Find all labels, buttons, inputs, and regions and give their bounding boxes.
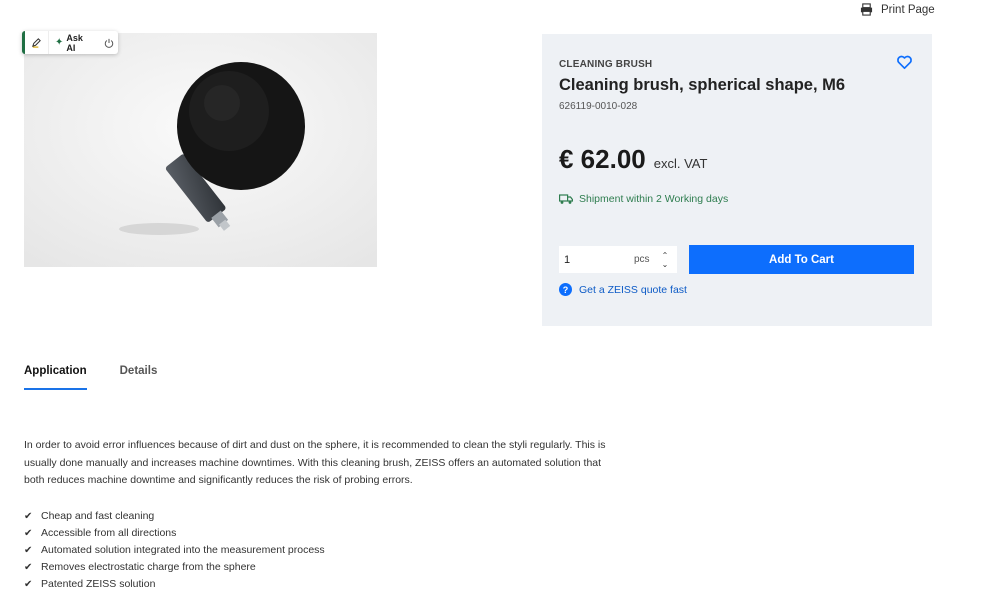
list-item: ✔ Removes electrostatic charge from the s… xyxy=(24,559,325,576)
product-title: Cleaning brush, spherical shape, M6 xyxy=(559,76,846,94)
vat-note: excl. VAT xyxy=(653,156,708,171)
feature-text: Removes electrostatic charge from the sp… xyxy=(41,561,256,573)
price-row: € 62.00 excl. VAT xyxy=(559,144,707,175)
tab-bar: Application Details xyxy=(24,365,157,390)
quantity-arrows[interactable]: ⌃ ⌄ xyxy=(658,246,672,273)
tab-details[interactable]: Details xyxy=(120,365,158,390)
check-icon: ✔ xyxy=(24,545,33,556)
feature-text: Accessible from all directions xyxy=(41,527,177,539)
list-item: ✔ Patented ZEISS solution xyxy=(24,576,325,593)
product-image xyxy=(24,33,377,267)
printer-icon xyxy=(860,3,873,16)
heart-icon[interactable] xyxy=(896,54,913,71)
help-icon: ? xyxy=(559,283,572,296)
list-item: ✔ Accessible from all directions xyxy=(24,525,325,542)
list-item: ✔ Automated solution integrated into the … xyxy=(24,542,325,559)
quantity-input[interactable]: 1 xyxy=(564,254,634,266)
quote-label: Get a ZEISS quote fast xyxy=(579,283,687,296)
check-icon: ✔ xyxy=(24,562,33,573)
check-icon: ✔ xyxy=(24,528,33,539)
ask-ai-label: Ask AI xyxy=(66,32,83,53)
check-icon: ✔ xyxy=(24,579,33,590)
product-sku: 626119-0010-028 xyxy=(559,101,638,112)
product-price: € 62.00 xyxy=(559,144,646,174)
tab-application[interactable]: Application xyxy=(24,365,87,390)
print-page-link[interactable]: Print Page xyxy=(860,3,935,16)
power-button[interactable] xyxy=(100,31,118,54)
power-icon xyxy=(104,38,114,48)
check-icon: ✔ xyxy=(24,511,33,522)
quantity-stepper[interactable]: 1 pcs ⌃ ⌄ xyxy=(559,246,677,273)
shipment-info: Shipment within 2 Working days xyxy=(559,193,728,205)
feature-text: Cheap and fast cleaning xyxy=(41,510,155,522)
truck-icon xyxy=(559,193,573,204)
quantity-unit: pcs xyxy=(634,254,650,265)
chevron-up-icon[interactable]: ⌃ xyxy=(662,251,669,260)
print-page-label: Print Page xyxy=(881,3,935,16)
feature-text: Patented ZEISS solution xyxy=(41,578,156,590)
sparkle-icon: ✦ xyxy=(54,37,64,48)
feature-text: Automated solution integrated into the m… xyxy=(41,544,325,556)
ai-toolbar: ✦ Ask AI xyxy=(22,31,118,54)
ask-ai-button[interactable]: ✦ Ask AI xyxy=(49,31,100,54)
pencil-icon xyxy=(32,38,41,48)
buy-box: CLEANING BRUSH Cleaning brush, spherical… xyxy=(542,34,932,326)
add-to-cart-button[interactable]: Add To Cart xyxy=(689,245,914,274)
shipment-label: Shipment within 2 Working days xyxy=(579,193,729,205)
product-category: CLEANING BRUSH xyxy=(559,59,653,70)
feature-list: ✔ Cheap and fast cleaning ✔ Accessible fro… xyxy=(24,508,325,593)
quote-link[interactable]: ? Get a ZEISS quote fast xyxy=(559,283,687,296)
chevron-down-icon[interactable]: ⌄ xyxy=(662,260,669,269)
application-description: In order to avoid error influences becau… xyxy=(24,439,606,486)
list-item: ✔ Cheap and fast cleaning xyxy=(24,508,325,525)
edit-button[interactable] xyxy=(25,31,49,54)
